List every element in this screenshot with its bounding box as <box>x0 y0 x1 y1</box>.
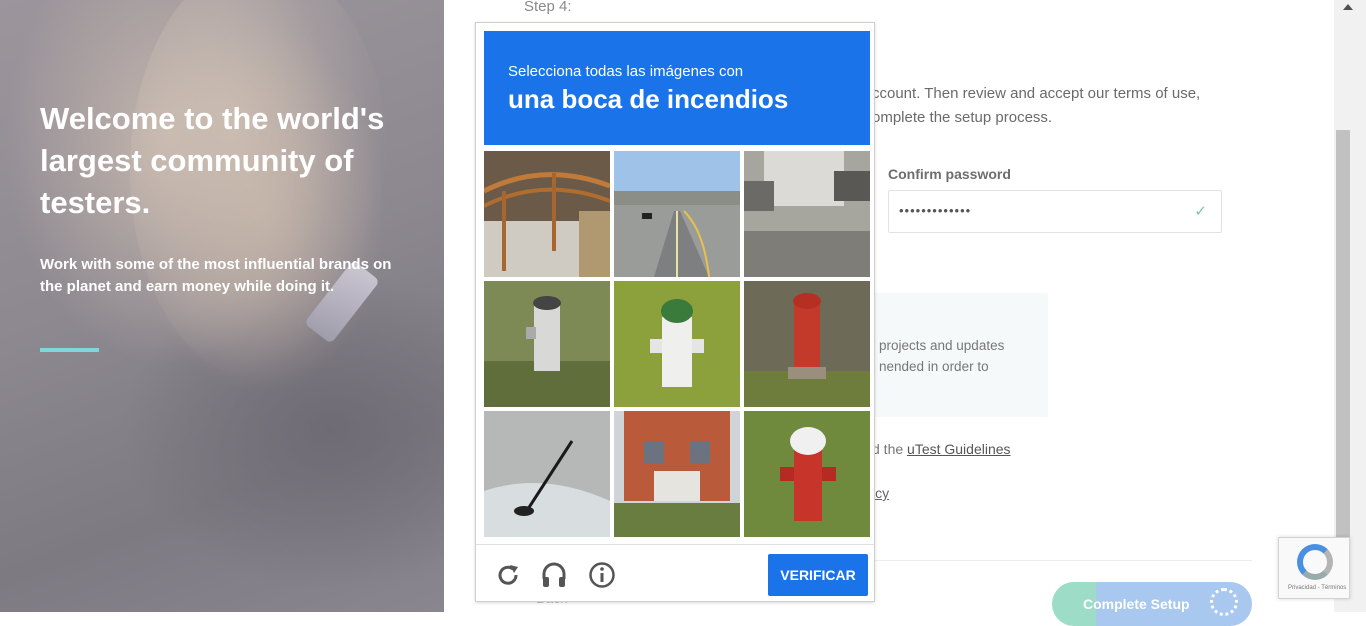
hydrant-icon <box>484 281 610 407</box>
tile-car-antenna[interactable] <box>484 411 610 537</box>
utest-guidelines-link[interactable]: uTest Guidelines <box>907 441 1011 457</box>
hero-subtitle: Work with some of the most influential b… <box>40 256 392 295</box>
scrollbar-thumb[interactable] <box>1336 130 1350 542</box>
scroll-up-icon[interactable] <box>1343 4 1353 10</box>
captcha-footer: VERIFICAR <box>476 544 874 602</box>
captcha-header: Selecciona todas las imágenes con una bo… <box>484 31 870 145</box>
tile-hydrant-red[interactable] <box>744 281 870 407</box>
tile-carport[interactable] <box>484 151 610 277</box>
confirm-password-field[interactable]: ••••••••••••• ✓ <box>888 190 1222 233</box>
badge-terms[interactable]: Privacidad - Términos <box>1288 585 1346 591</box>
hydrant-icon <box>614 281 740 407</box>
recaptcha-badge[interactable]: Privacidad - Términos <box>1278 537 1350 599</box>
car-icon <box>484 411 610 537</box>
audio-icon[interactable] <box>540 561 568 589</box>
hero-panel: Welcome to the world's largest community… <box>0 0 444 612</box>
hero-accent-bar <box>40 348 99 352</box>
tile-house[interactable] <box>614 411 740 537</box>
captcha-target: una boca de incendios <box>508 84 789 114</box>
tile-road[interactable] <box>614 151 740 277</box>
tile-truck[interactable] <box>744 151 870 277</box>
checkmark-icon: ✓ <box>1194 203 1207 220</box>
info-text: projects and updates nended in order to <box>879 338 1005 374</box>
hydrant-icon <box>744 411 870 537</box>
tile-hydrant-red-white[interactable] <box>744 411 870 537</box>
info-icon[interactable] <box>588 561 616 589</box>
carport-icon <box>484 151 610 277</box>
guidelines-text: d the uTest Guidelines <box>872 441 1011 457</box>
captcha-image-grid <box>484 151 870 537</box>
truck-icon <box>744 151 870 277</box>
step-label: Step 4: <box>524 0 572 15</box>
tile-hydrant-green[interactable] <box>614 281 740 407</box>
intro-text: ccount. Then review and accept our terms… <box>872 85 1201 126</box>
verify-button[interactable]: VERIFICAR <box>768 554 868 596</box>
road-icon <box>614 151 740 277</box>
confirm-password-value: ••••••••••••• <box>899 203 972 218</box>
hero-title: Welcome to the world's largest community… <box>40 101 385 220</box>
complete-setup-label: Complete Setup <box>1083 596 1190 612</box>
reload-icon[interactable] <box>494 561 522 589</box>
confirm-password-label: Confirm password <box>888 166 1011 182</box>
recaptcha-challenge: Selecciona todas las imágenes con una bo… <box>475 22 875 602</box>
hydrant-icon <box>744 281 870 407</box>
guidelines-prefix: d the <box>872 441 908 457</box>
captcha-instruction: Selecciona todas las imágenes con <box>508 63 744 80</box>
recaptcha-logo-icon <box>1297 544 1333 580</box>
page-scrollbar[interactable] <box>1334 0 1366 612</box>
house-icon <box>614 411 740 537</box>
complete-setup-button[interactable]: Complete Setup <box>1052 582 1252 626</box>
tile-hydrant-white[interactable] <box>484 281 610 407</box>
